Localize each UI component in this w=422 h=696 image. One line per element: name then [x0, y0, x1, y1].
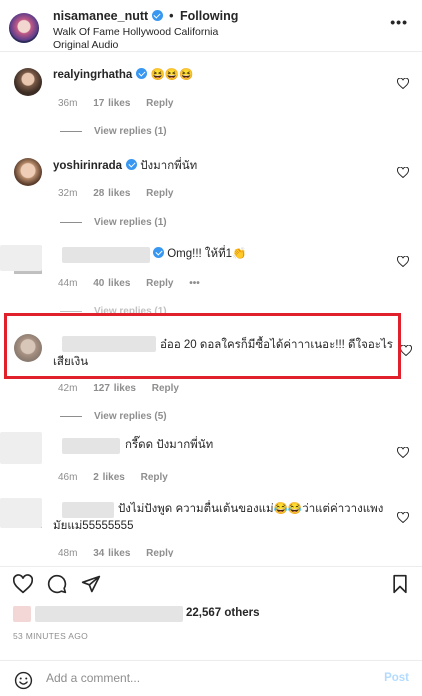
- like-heart-icon[interactable]: [397, 256, 409, 267]
- verified-badge-icon: [151, 10, 163, 21]
- view-replies-label: View replies (5): [94, 411, 167, 422]
- header-username[interactable]: nisamanee_nutt: [53, 9, 148, 23]
- divider-line: [60, 221, 82, 223]
- redacted-block: [0, 245, 42, 271]
- redacted-username: [62, 502, 114, 518]
- comment-username[interactable]: yoshirinrada: [53, 160, 122, 172]
- comment-likes[interactable]: 127 likes: [93, 383, 136, 394]
- redacted-username: [62, 438, 120, 454]
- commenter-avatar[interactable]: [14, 68, 42, 96]
- view-replies-button[interactable]: View replies (1): [60, 217, 167, 228]
- comment-username[interactable]: realyingrhatha: [53, 69, 132, 81]
- more-options-icon[interactable]: •••: [390, 14, 408, 30]
- header-title-row: nisamanee_nutt • Following: [53, 9, 238, 23]
- comment-meta: 36m 17 likes Reply: [58, 98, 185, 109]
- comment-age: 32m: [58, 188, 78, 199]
- comment-meta: 46m 2 likes Reply: [58, 472, 180, 483]
- like-heart-icon[interactable]: [397, 78, 409, 89]
- comment-body: realyingrhatha 😆😆😆: [53, 67, 193, 84]
- comment-likes[interactable]: 28 likes: [93, 188, 130, 199]
- divider-line: [60, 310, 82, 312]
- comment-meta: 32m 28 likes Reply: [58, 188, 185, 199]
- comment-text: Omg!!! ให้ที่1👏: [167, 248, 247, 260]
- reply-button[interactable]: Reply: [141, 472, 168, 483]
- comment-text-line-1: ปังไม่ปังพูด ความตื่นเต้นของแม่😂😂ว่าแต่ค…: [118, 503, 384, 515]
- verified-badge-icon: [136, 68, 148, 79]
- view-replies-label: View replies (1): [94, 217, 167, 228]
- comment-age: 36m: [58, 98, 78, 109]
- comment-text-line-2: มัยแม่55555555: [53, 520, 134, 532]
- following-button[interactable]: Following: [180, 9, 238, 23]
- post-header: nisamanee_nutt • Following Walk Of Fame …: [0, 0, 422, 52]
- emoji-icon[interactable]: [14, 671, 33, 690]
- verified-badge-icon: [126, 159, 138, 170]
- comment-more-icon[interactable]: •••: [189, 278, 200, 289]
- comment-meta: 42m 127 likes Reply: [58, 383, 191, 394]
- comment-bubble-icon[interactable]: [47, 574, 67, 594]
- like-heart-icon[interactable]: [400, 345, 412, 356]
- bookmark-save-icon[interactable]: [390, 574, 410, 594]
- comment-age: 46m: [58, 472, 78, 483]
- audio-link[interactable]: Original Audio: [53, 39, 118, 51]
- comment-meta: 44m 40 likes Reply •••: [58, 278, 212, 289]
- divider-line: [60, 130, 82, 132]
- comment-age: 44m: [58, 278, 78, 289]
- commenter-avatar[interactable]: [14, 158, 42, 186]
- add-comment-row: Post: [0, 660, 422, 696]
- reply-button[interactable]: Reply: [146, 188, 173, 199]
- post-timestamp: 53 MINUTES AGO: [13, 631, 89, 641]
- comment-likes[interactable]: 17 likes: [93, 98, 130, 109]
- comment-age: 48m: [58, 548, 78, 557]
- comment-meta: 48m 34 likes Reply: [58, 548, 185, 557]
- likes-count[interactable]: 22,567 others: [186, 607, 260, 619]
- like-heart-icon[interactable]: [13, 574, 33, 594]
- share-send-icon[interactable]: [81, 574, 101, 594]
- reply-button[interactable]: Reply: [146, 278, 173, 289]
- profile-avatar[interactable]: [9, 13, 39, 43]
- redacted-liker-avatar: [13, 606, 31, 622]
- view-replies-button[interactable]: View replies (1): [60, 126, 167, 137]
- comment-body: yoshirinrada ปังมากพี่นัท: [53, 158, 197, 175]
- comment-text: 😆😆😆: [150, 69, 194, 81]
- likes-summary[interactable]: 22,567 others: [13, 606, 413, 622]
- comment-text: กรี๊ดด ปังมากพี่นัท: [125, 439, 214, 451]
- view-replies-label: View replies (1): [94, 126, 167, 137]
- like-heart-icon[interactable]: [397, 167, 409, 178]
- post-action-bar: [0, 566, 422, 596]
- redacted-block: [0, 432, 42, 464]
- view-replies-button[interactable]: View replies (5): [60, 411, 167, 422]
- divider-line: [60, 415, 82, 417]
- comment-text: ปังมากพี่นัท: [140, 160, 198, 172]
- reply-button[interactable]: Reply: [146, 98, 173, 109]
- like-heart-icon[interactable]: [397, 447, 409, 458]
- like-heart-icon[interactable]: [397, 512, 409, 523]
- redacted-username: [62, 247, 150, 263]
- reply-button[interactable]: Reply: [152, 383, 179, 394]
- redacted-block: [0, 498, 42, 528]
- comment-likes[interactable]: 2 likes: [93, 472, 125, 483]
- comment-age: 42m: [58, 383, 78, 394]
- comment-body: Omg!!! ให้ที่1👏: [153, 246, 246, 263]
- location-link[interactable]: Walk Of Fame Hollywood California: [53, 26, 218, 38]
- reply-button[interactable]: Reply: [146, 548, 173, 557]
- comment-likes[interactable]: 34 likes: [93, 548, 130, 557]
- highlight-annotation-box: [4, 313, 401, 379]
- redacted-liker-name: [35, 606, 183, 622]
- post-button[interactable]: Post: [384, 672, 409, 684]
- header-separator: •: [169, 9, 174, 23]
- add-comment-input[interactable]: [46, 671, 366, 685]
- comment-likes[interactable]: 40 likes: [93, 278, 130, 289]
- verified-badge-icon: [153, 247, 164, 258]
